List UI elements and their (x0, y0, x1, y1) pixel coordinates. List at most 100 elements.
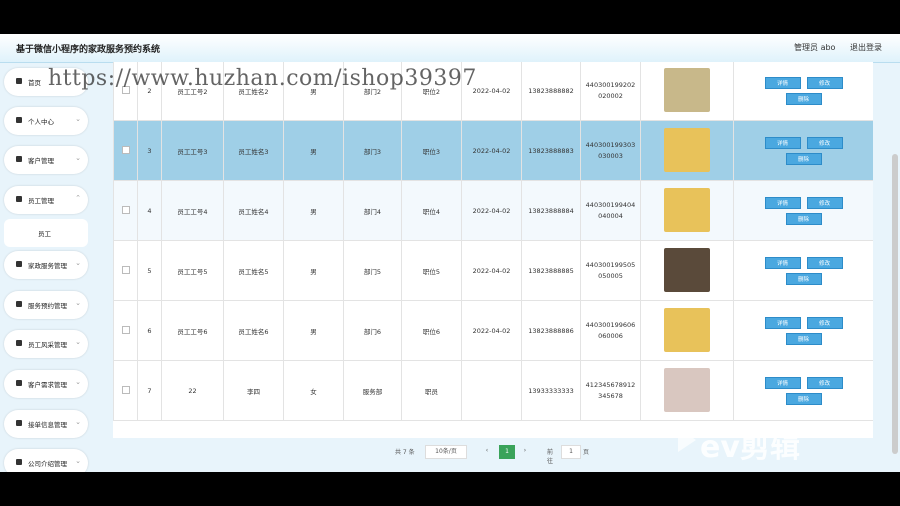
detail-button[interactable]: 详情 (764, 376, 801, 389)
delete-button[interactable]: 删除 (785, 212, 822, 225)
app-title: 基于微信小程序的家政服务预约系统 (16, 45, 161, 55)
detail-button[interactable]: 详情 (764, 316, 801, 329)
cell-dept: 部门6 (343, 300, 402, 361)
employee-table-panel: 2 员工工号2 员工姓名2 男部门2 职位2 2022-04-02 13823888882 4… (113, 62, 873, 438)
cell-post: 职位6 (401, 300, 462, 361)
cell-phone: 13823888886 (521, 300, 581, 361)
cell-gender: 男 (283, 120, 344, 181)
sidebar-item-employees[interactable]: 员工管理 ⌃ (4, 186, 88, 214)
app-header: 基于微信小程序的家政服务预约系统 管理员 abo 退出登录 (0, 34, 900, 63)
edit-button[interactable]: 修改 (806, 376, 843, 389)
chevron-down-icon: ⌄ (75, 418, 81, 426)
row-checkbox[interactable] (113, 240, 138, 301)
prev-page-button[interactable]: ‹ (481, 445, 493, 457)
cell-actions: 详情 修改 删除 (733, 300, 873, 361)
chevron-down-icon: ⌄ (75, 378, 81, 386)
current-user: 管理员 abo (794, 43, 836, 52)
detail-button[interactable]: 详情 (764, 256, 801, 269)
chevron-down-icon: ⌄ (75, 338, 81, 346)
cell-emp_no: 员工工号5 (161, 240, 224, 301)
employee-photo (664, 247, 710, 292)
row-checkbox[interactable] (113, 180, 138, 241)
logout-link[interactable]: 退出登录 (850, 43, 882, 52)
checkbox[interactable] (121, 325, 130, 334)
grid-icon (16, 340, 22, 346)
checkbox[interactable] (121, 205, 130, 214)
cell-dept: 服务部 (343, 360, 402, 421)
cell-phone: 13823888884 (521, 180, 581, 241)
cell-no: 6 (137, 300, 162, 361)
employee-photo (664, 67, 710, 112)
detail-button[interactable]: 详情 (764, 76, 801, 89)
edit-button[interactable]: 修改 (806, 76, 843, 89)
cell-name: 员工姓名3 (223, 120, 284, 181)
delete-button[interactable]: 删除 (785, 332, 822, 345)
ev-logo-icon (678, 428, 696, 452)
cell-actions: 详情 修改 删除 (733, 180, 873, 241)
vertical-scrollbar[interactable] (892, 154, 898, 454)
cell-idcard: 440300199606060006 (580, 300, 641, 361)
user-icon (16, 117, 22, 123)
folder-icon (16, 261, 22, 267)
row-checkbox[interactable] (113, 360, 138, 421)
next-page-button[interactable]: › (519, 445, 531, 457)
cell-name: 员工姓名5 (223, 240, 284, 301)
row-checkbox[interactable] (113, 120, 138, 181)
sidebar-item-customer-needs[interactable]: 客户需求管理 ⌄ (4, 370, 88, 398)
cell-date: 2022-04-02 (461, 240, 522, 301)
detail-button[interactable]: 详情 (764, 196, 801, 209)
page-1-button[interactable]: 1 (499, 445, 515, 459)
employee-photo (664, 127, 710, 172)
cell-gender: 女 (283, 360, 344, 421)
cell-gender: 男 (283, 180, 344, 241)
table-row: 7 22 李四女服务部 职员 13933333333 412345678912345678… (113, 360, 873, 421)
checkbox[interactable] (121, 385, 130, 394)
app-screen: 基于微信小程序的家政服务预约系统 管理员 abo 退出登录 首页 个人中心 ⌄ 客… (0, 34, 900, 472)
cell-actions: 详情 修改 删除 (733, 120, 873, 181)
delete-button[interactable]: 删除 (785, 92, 822, 105)
cell-idcard: 440300199505050005 (580, 240, 641, 301)
checkbox[interactable] (121, 145, 130, 154)
cell-phone: 13823888882 (521, 62, 581, 121)
delete-button[interactable]: 删除 (785, 152, 822, 165)
chevron-down-icon: ⌄ (75, 154, 81, 162)
sidebar-item-profile[interactable]: 个人中心 ⌄ (4, 107, 88, 135)
chart-icon (16, 420, 22, 426)
edit-button[interactable]: 修改 (806, 196, 843, 209)
edit-button[interactable]: 修改 (806, 316, 843, 329)
cell-photo (640, 300, 734, 361)
cell-no: 7 (137, 360, 162, 421)
home-icon (16, 78, 22, 84)
sidebar-item-services[interactable]: 家政服务管理 ⌄ (4, 251, 88, 279)
edit-button[interactable]: 修改 (806, 256, 843, 269)
cell-idcard: 412345678912345678 (580, 360, 641, 421)
sidebar-item-bookings[interactable]: 服务预约管理 ⌄ (4, 291, 88, 319)
delete-button[interactable]: 删除 (785, 392, 822, 405)
sidebar-item-orders[interactable]: 接单信息管理 ⌄ (4, 410, 88, 438)
cell-post: 职位4 (401, 180, 462, 241)
sidebar-subitem-employee[interactable]: 员工 (4, 219, 88, 247)
cell-photo (640, 62, 734, 121)
edit-button[interactable]: 修改 (806, 136, 843, 149)
sidebar-item-staff-showcase[interactable]: 员工风采管理 ⌄ (4, 330, 88, 358)
chevron-down-icon: ⌄ (75, 115, 81, 123)
checkbox[interactable] (121, 265, 130, 274)
cell-date: 2022-04-02 (461, 120, 522, 181)
chevron-down-icon: ⌄ (75, 457, 81, 465)
delete-button[interactable]: 删除 (785, 272, 822, 285)
cell-dept: 部门4 (343, 180, 402, 241)
page-size-select[interactable]: 10条/页 (425, 445, 467, 459)
row-checkbox[interactable] (113, 300, 138, 361)
sidebar-item-customers[interactable]: 客户管理 ⌄ (4, 146, 88, 174)
detail-button[interactable]: 详情 (764, 136, 801, 149)
cell-emp_no: 22 (161, 360, 224, 421)
cell-actions: 详情 修改 删除 (733, 62, 873, 121)
chevron-up-icon: ⌃ (75, 194, 81, 202)
cell-phone: 13823888885 (521, 240, 581, 301)
goto-page-input[interactable]: 1 (561, 445, 581, 459)
cell-actions: 详情 修改 删除 (733, 240, 873, 301)
chevron-down-icon: ⌄ (75, 259, 81, 267)
sidebar-item-company[interactable]: 公司介绍管理 ⌄ (4, 449, 88, 472)
folder-icon (16, 156, 22, 162)
cell-gender: 男 (283, 300, 344, 361)
